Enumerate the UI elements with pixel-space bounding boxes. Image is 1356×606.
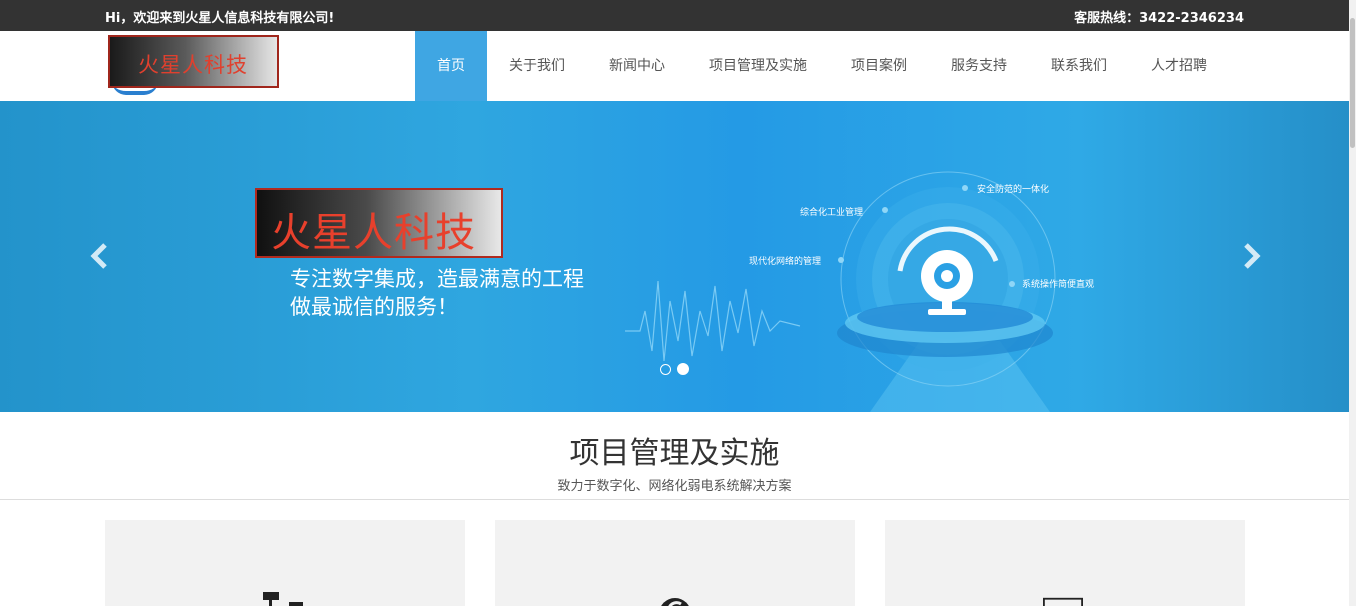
section-subtitle: 致力于数字化、网络化弱电系统解决方案 — [557, 479, 792, 494]
service-card[interactable] — [495, 520, 855, 606]
banner-logo: 火星人科技 — [255, 188, 503, 258]
circle-icon — [661, 598, 689, 606]
nav-support[interactable]: 服务支持 — [929, 31, 1029, 101]
nav-jobs[interactable]: 人才招聘 — [1129, 31, 1229, 101]
top-bar: Hi，欢迎来到火星人信息科技有限公司! 客服热线：3422-2346234 — [0, 0, 1349, 31]
monitor-icon — [1043, 597, 1083, 606]
network-icon — [263, 592, 303, 606]
hotline-text: 客服热线：3422-2346234 — [1074, 11, 1244, 26]
feature-label: 现代化网络的管理 — [749, 257, 822, 267]
scrollbar-thumb[interactable] — [1350, 18, 1355, 148]
nav-projects[interactable]: 项目管理及实施 — [687, 31, 829, 101]
site-header: 火星人科技 首页 关于我们 新闻中心 项目管理及实施 项目案例 服务支持 联系我… — [0, 31, 1349, 101]
carousel-dot-1[interactable] — [660, 364, 671, 375]
section-title: 项目管理及实施 — [569, 436, 780, 471]
section-divider — [0, 499, 1349, 500]
site-logo[interactable]: 火星人科技 — [108, 35, 279, 88]
nav-contact[interactable]: 联系我们 — [1029, 31, 1129, 101]
page-scrollbar[interactable] — [1349, 0, 1356, 606]
feature-label: 安全防范的一体化 — [977, 185, 1050, 195]
carousel-indicators — [660, 363, 689, 375]
logo-text: 火星人科技 — [138, 53, 248, 77]
carousel-prev-button[interactable] — [85, 241, 115, 271]
slogan-line-1: 专注数字集成，造最满意的工程 — [290, 267, 584, 291]
nav-about[interactable]: 关于我们 — [487, 31, 587, 101]
nav-home[interactable]: 首页 — [415, 31, 487, 101]
chevron-left-icon — [90, 243, 107, 269]
banner-logo-text: 火星人科技 — [271, 210, 476, 256]
service-card[interactable] — [105, 520, 465, 606]
carousel-dot-2[interactable] — [677, 363, 689, 375]
slogan-line-2: 做最诚信的服务！ — [290, 295, 458, 319]
welcome-text: Hi，欢迎来到火星人信息科技有限公司! — [105, 11, 335, 26]
service-card[interactable] — [885, 520, 1245, 606]
carousel-next-button[interactable] — [1236, 241, 1266, 271]
feature-label: 综合化工业管理 — [800, 208, 864, 218]
nav-news[interactable]: 新闻中心 — [587, 31, 687, 101]
chevron-right-icon — [1244, 243, 1261, 269]
feature-label: 系统操作简便直观 — [1022, 280, 1095, 290]
nav-cases[interactable]: 项目案例 — [829, 31, 929, 101]
hero-banner: 安全防范的一体化 综合化工业管理 现代化网络的管理 系统操作简便直观 火星人科技… — [0, 101, 1349, 412]
main-nav: 首页 关于我们 新闻中心 项目管理及实施 项目案例 服务支持 联系我们 人才招聘 — [415, 31, 1229, 101]
